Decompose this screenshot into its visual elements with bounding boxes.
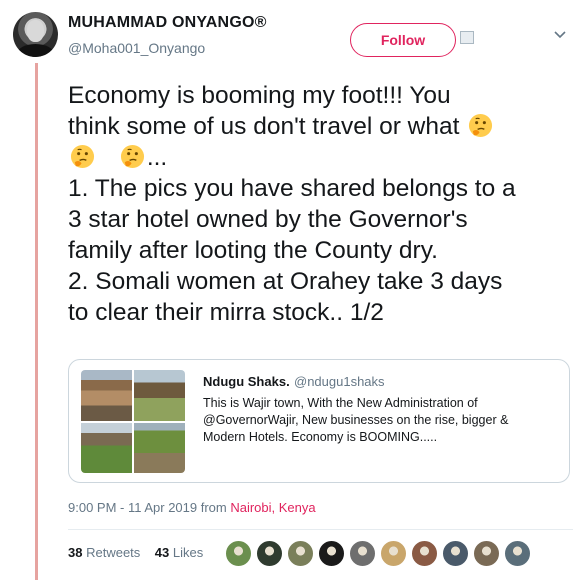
liker-avatar[interactable] [473, 540, 500, 567]
tweet-line: Economy is booming my foot!!! You [68, 82, 451, 109]
thinking-face-icon [70, 144, 95, 169]
thinking-face-icon [469, 113, 493, 138]
liker-avatar[interactable] [380, 540, 407, 567]
quoted-tweet-text: This is Wajir town, With the New Adminis… [203, 396, 509, 444]
liker-avatar[interactable] [225, 540, 252, 567]
tweet-line: ... [68, 142, 573, 173]
tweet-timestamp: 9:00 PM - 11 Apr 2019 from Nairobi, Keny… [68, 500, 316, 515]
likes-stat[interactable]: 43 Likes [155, 545, 203, 560]
tweet-line: 3 star hotel owned by the Governor's [68, 206, 468, 233]
avatar-shirt [17, 44, 54, 57]
author-handle[interactable]: @Moha001_Onyango [68, 40, 205, 56]
tweet-text: Economy is booming my foot!!! You think … [68, 80, 573, 328]
hotel-photo [81, 370, 132, 421]
badge-icon [460, 31, 474, 44]
retweets-stat[interactable]: 38 Retweets [68, 545, 140, 560]
liker-avatar[interactable] [318, 540, 345, 567]
hotel-photo [81, 422, 132, 473]
liker-avatar[interactable] [349, 540, 376, 567]
tweet-line: family after looting the County dry. [68, 237, 438, 264]
tweet-line: 2. Somali women at Orahey take 3 days [68, 268, 503, 295]
location-link[interactable]: Nairobi, Kenya [230, 500, 315, 515]
engagement-stats: 38 Retweets 43 Likes [68, 545, 203, 560]
liker-avatar[interactable] [504, 540, 531, 567]
hotel-photo [134, 370, 185, 421]
liker-avatar[interactable] [442, 540, 469, 567]
liker-avatar[interactable] [287, 540, 314, 567]
divider [68, 529, 573, 530]
quoted-author-name: Ndugu Shaks. [203, 374, 290, 389]
author-name[interactable]: MUHAMMAD ONYANGO® [68, 14, 267, 32]
follow-button[interactable]: Follow [350, 23, 456, 57]
liker-avatar[interactable] [256, 540, 283, 567]
quoted-tweet-card[interactable]: Ndugu Shaks. @ndugu1shaks This is Wajir … [68, 359, 570, 483]
liker-avatar[interactable] [411, 540, 438, 567]
liker-avatars [225, 540, 531, 567]
tweet-line: 1. The pics you have shared belongs to a [68, 175, 516, 202]
quoted-tweet-photos[interactable] [81, 370, 185, 473]
hotel-photo [134, 422, 185, 473]
quoted-author-handle: @ndugu1shaks [294, 374, 385, 389]
avatar-face [27, 20, 44, 42]
thinking-face-icon [120, 144, 144, 169]
timestamp-text[interactable]: 9:00 PM - 11 Apr 2019 from [68, 500, 230, 515]
chevron-down-icon[interactable] [553, 28, 567, 42]
avatar[interactable] [13, 12, 58, 57]
tweet-line: to clear their mirra stock.. 1/2 [68, 299, 384, 326]
thread-line [35, 63, 38, 580]
tweet-line: think some of us don't travel or what [68, 111, 573, 142]
